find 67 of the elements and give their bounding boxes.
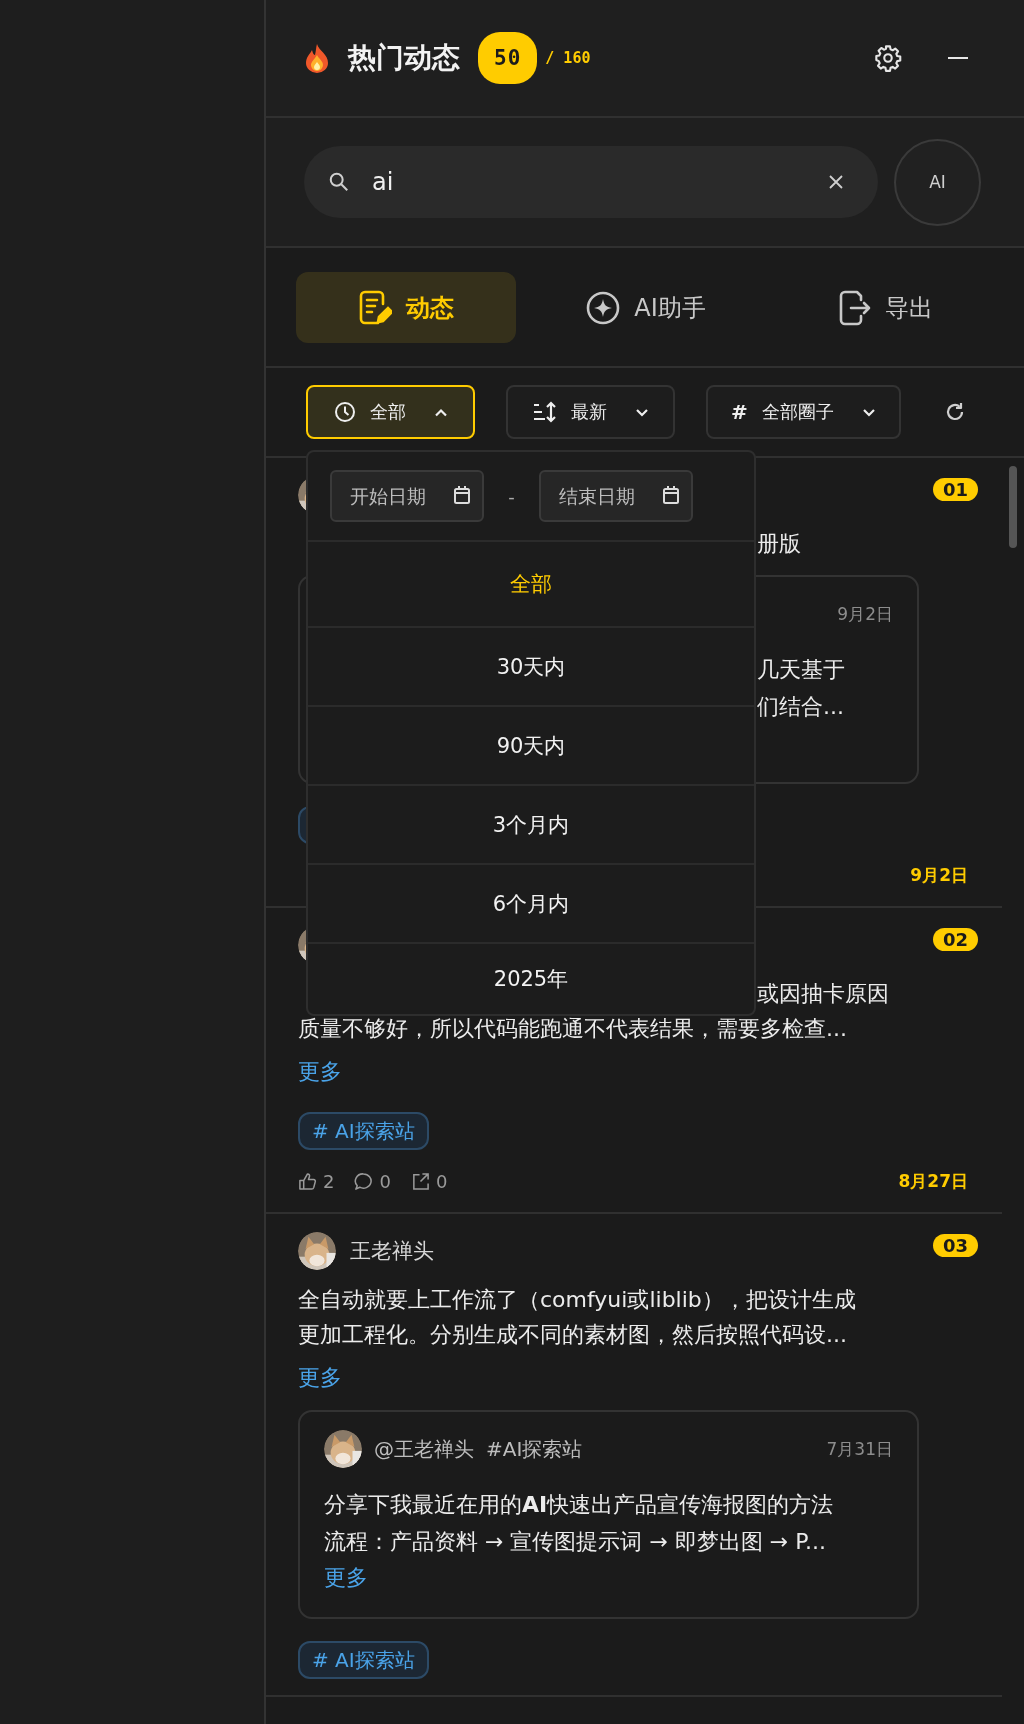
post-date: 9月2日	[910, 863, 968, 887]
rank-badge: 02	[932, 927, 978, 951]
refresh-icon[interactable]	[944, 401, 966, 423]
thumbs-up-icon	[298, 1171, 317, 1191]
clock-icon	[333, 401, 356, 423]
export-icon	[839, 289, 871, 326]
menu-option[interactable]: 6个月内	[308, 865, 754, 944]
app-title: 热门动态	[348, 40, 460, 76]
date-separator: -	[507, 485, 516, 507]
more-link[interactable]: 更多	[298, 1054, 342, 1090]
post-date: 9月2日	[837, 602, 893, 626]
tab[interactable]: AI助手	[536, 272, 756, 343]
comment-icon	[354, 1171, 374, 1191]
menu-option[interactable]: 2025年	[308, 944, 754, 1014]
post-text: 全自动就要上工作流了（comfyui或liblib），把设计生成	[298, 1286, 856, 1314]
flame-icon	[304, 43, 330, 73]
count-badge: 50	[478, 32, 538, 84]
minimize-icon[interactable]	[948, 56, 968, 60]
search-field[interactable]: ai	[304, 146, 878, 218]
total-count: / 160	[545, 49, 591, 67]
scrollbar-thumb[interactable]	[1009, 466, 1017, 548]
chevron-down-icon	[634, 407, 649, 417]
tab[interactable]: 导出	[776, 272, 996, 343]
menu-option[interactable]: 30天内	[308, 628, 754, 707]
filter-dropdown[interactable]: 全部	[306, 385, 475, 439]
post-text: 更加工程化。分别生成不同的素材图，然后按照代码设...	[298, 1321, 848, 1349]
rank-badge: 01	[932, 477, 978, 501]
post-text: 册版	[757, 530, 801, 558]
comment-count[interactable]: 0	[354, 1170, 391, 1192]
post-text: 质量不够好，所以代码能跑通不代表结果，需要多检查...	[298, 1015, 848, 1043]
post-date: 7月31日	[826, 1437, 893, 1461]
share-icon	[410, 1171, 430, 1191]
post-text: 分享下我最近在用的AI快速出产品宣传海报图的方法	[324, 1491, 835, 1519]
share-count[interactable]: 0	[410, 1170, 448, 1192]
chevron-up-icon	[433, 407, 448, 417]
post-text: 流程：产品资料 → 宣传图提示词 → 即梦出图 → P...	[324, 1528, 828, 1556]
circle-name: #AI探索站	[486, 1435, 583, 1463]
post-text: 或因抽卡原因	[757, 980, 889, 1008]
start-date-field[interactable]: 开始日期	[330, 470, 484, 522]
rank-badge: 03	[932, 1233, 978, 1257]
menu-option[interactable]: 全部	[308, 542, 754, 628]
tag-chip[interactable]: # AI探索站	[298, 1641, 429, 1679]
more-link[interactable]: 更多	[298, 1360, 342, 1396]
author-name: 王老禅头	[350, 1238, 434, 1265]
chevron-down-icon	[861, 407, 876, 417]
search-icon	[328, 171, 350, 193]
author-name: @王老禅头	[374, 1435, 474, 1463]
filter-dropdown[interactable]: 最新	[506, 385, 675, 439]
clear-icon[interactable]	[828, 174, 844, 190]
menu-option[interactable]: 3个月内	[308, 786, 754, 865]
like-count[interactable]: 2	[298, 1170, 335, 1192]
calendar-icon	[662, 485, 680, 505]
post-text: 几天基于	[757, 656, 846, 684]
end-date-field[interactable]: 结束日期	[539, 470, 693, 522]
post-date: 8月27日	[898, 1169, 968, 1193]
menu-option[interactable]: 90天内	[308, 707, 754, 786]
tag-chip[interactable]: # AI探索站	[298, 1112, 429, 1150]
more-link[interactable]: 更多	[324, 1565, 368, 1590]
tab[interactable]: 动态	[296, 272, 516, 343]
edit-document-icon	[358, 289, 392, 326]
sort-icon	[532, 401, 557, 423]
ai-button[interactable]: AI	[894, 138, 981, 226]
sparkle-icon	[586, 290, 621, 325]
settings-icon[interactable]	[874, 44, 902, 72]
calendar-icon	[453, 485, 471, 505]
post-text: 们结合...	[757, 693, 845, 721]
filter-dropdown[interactable]: # 全部圈子	[706, 385, 901, 439]
